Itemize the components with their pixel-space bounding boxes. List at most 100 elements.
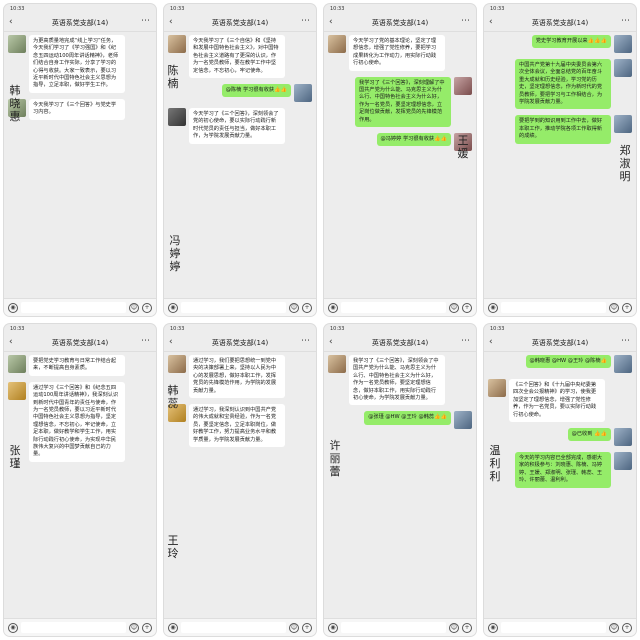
more-options-icon[interactable]: ⋯ bbox=[461, 336, 471, 346]
back-icon[interactable]: ‹ bbox=[169, 17, 173, 27]
message-bubble[interactable]: 我学习了《三个回答》，深刻领会了中国共产党为什么能、马克思主义为什么行、中国特色… bbox=[349, 355, 445, 406]
plus-icon[interactable]: + bbox=[302, 622, 312, 633]
avatar[interactable] bbox=[8, 355, 26, 373]
emoji-icon[interactable]: ☺ bbox=[449, 622, 459, 633]
message-bubble[interactable]: 我学习了《三个回答》，深刻理解了中国共产党为什么能、马克思主义为什么行、中国特色… bbox=[355, 76, 451, 128]
voice-icon[interactable]: ◉ bbox=[328, 302, 338, 313]
plus-icon[interactable]: + bbox=[462, 302, 472, 313]
voice-icon[interactable]: ◉ bbox=[488, 302, 498, 313]
voice-icon[interactable]: ◉ bbox=[8, 622, 18, 633]
avatar[interactable] bbox=[614, 428, 632, 447]
avatar[interactable] bbox=[8, 381, 26, 400]
message-bubble[interactable]: @冯婷婷 学习很有收获👍👍 bbox=[376, 133, 451, 147]
avatar[interactable] bbox=[488, 379, 506, 397]
avatar[interactable] bbox=[454, 411, 472, 430]
message-input[interactable] bbox=[21, 302, 126, 313]
chat-title-bar: ‹ 英语系党支部(14) ⋯ bbox=[484, 334, 636, 352]
voice-icon[interactable]: ◉ bbox=[328, 622, 338, 633]
message-bubble[interactable]: @已收到 👍👍 bbox=[567, 428, 611, 442]
more-options-icon[interactable]: ⋯ bbox=[621, 336, 631, 346]
message-bubble[interactable]: 今天的学习内容已全部完成，感谢大家的积极参与：刘晓惠、陈楠、冯婷婷、王媛、郑淑明… bbox=[515, 452, 611, 488]
message-bubble[interactable]: 为更高质量地完成“线上学习”任务，今天我们学习了《学习强国》和《纪念五四运动10… bbox=[29, 35, 125, 93]
back-icon[interactable]: ‹ bbox=[329, 17, 333, 27]
emoji-icon[interactable]: ☺ bbox=[449, 302, 459, 313]
back-icon[interactable]: ‹ bbox=[9, 17, 13, 27]
message-input[interactable] bbox=[21, 622, 126, 633]
plus-icon[interactable]: + bbox=[302, 302, 312, 313]
avatar[interactable] bbox=[614, 59, 632, 77]
more-options-icon[interactable]: ⋯ bbox=[461, 16, 471, 26]
plus-icon[interactable]: + bbox=[142, 302, 152, 313]
chat-title-bar: ‹ 英语系党支部(14) ⋯ bbox=[324, 334, 476, 352]
back-icon[interactable]: ‹ bbox=[9, 337, 13, 347]
avatar[interactable] bbox=[614, 452, 632, 471]
more-options-icon[interactable]: ⋯ bbox=[301, 16, 311, 26]
message-bubble[interactable]: 党史学习教育开展以来👍👍👍 bbox=[531, 35, 611, 49]
chat-message-list[interactable]: 今天学习了党的基本理论，坚定了理想信念，增强了党性修养，要把学习成果转化为工作动… bbox=[324, 32, 476, 298]
avatar[interactable] bbox=[614, 355, 632, 373]
avatar[interactable] bbox=[328, 355, 346, 373]
plus-icon[interactable]: + bbox=[622, 302, 632, 313]
plus-icon[interactable]: + bbox=[622, 622, 632, 633]
chat-message-list[interactable]: 今天我学习了《三个自信》和《坚持和发展中国特色社会主义》，对中国特色社会主义道路… bbox=[164, 32, 316, 298]
message-bubble[interactable]: 通过学习《三个回答》和《纪念五四运动100周年讲话精神》，我深刻认识到新时代中国… bbox=[29, 381, 125, 462]
avatar[interactable] bbox=[328, 35, 346, 53]
more-options-icon[interactable]: ⋯ bbox=[301, 336, 311, 346]
more-options-icon[interactable]: ⋯ bbox=[141, 16, 151, 26]
emoji-icon[interactable]: ☺ bbox=[609, 622, 619, 633]
message-bubble[interactable]: 中国共产党第十九届中央委员会第六次全体会议，全面总结党的百年奋斗重大成就和历史经… bbox=[515, 59, 611, 110]
message-bubble[interactable]: 今天我学习了《三个回答》与党史学习内容。 bbox=[29, 98, 125, 120]
back-icon[interactable]: ‹ bbox=[169, 337, 173, 347]
chat-title-bar: ‹ 英语系党支部(14) ⋯ bbox=[484, 14, 636, 32]
message-input[interactable] bbox=[181, 622, 286, 633]
message-bubble[interactable]: @韩晓惠 @HW @王玲 @陈楠👍 bbox=[525, 355, 611, 369]
message-input[interactable] bbox=[341, 622, 446, 633]
back-icon[interactable]: ‹ bbox=[489, 337, 493, 347]
avatar[interactable] bbox=[168, 108, 186, 127]
avatar[interactable] bbox=[294, 84, 312, 103]
back-icon[interactable]: ‹ bbox=[329, 337, 333, 347]
avatar[interactable] bbox=[168, 35, 186, 53]
emoji-icon[interactable]: ☺ bbox=[289, 622, 299, 633]
plus-icon[interactable]: + bbox=[462, 622, 472, 633]
more-options-icon[interactable]: ⋯ bbox=[141, 336, 151, 346]
chat-message-list[interactable]: @韩晓惠 @HW @王玲 @陈楠👍 《三个回答》和《十九届中央纪委第四次全会公报精… bbox=[484, 352, 636, 618]
chat-message-list[interactable]: 党史学习教育开展以来👍👍👍 中国共产党第十九届中央委员会第六次全体会议，全面总结党… bbox=[484, 32, 636, 298]
more-options-icon[interactable]: ⋯ bbox=[621, 16, 631, 26]
message-input[interactable] bbox=[501, 302, 606, 313]
emoji-icon[interactable]: ☺ bbox=[129, 622, 139, 633]
message-bubble[interactable]: 通过学习，我深刻认识到中国共产党的伟大成就和宝贵经验，作为一名党员，要坚定信念，… bbox=[189, 404, 285, 448]
voice-icon[interactable]: ◉ bbox=[8, 302, 18, 313]
voice-icon[interactable]: ◉ bbox=[168, 302, 178, 313]
avatar[interactable] bbox=[454, 76, 472, 95]
avatar[interactable] bbox=[614, 35, 632, 53]
message-bubble[interactable]: @张瑾 @HW @王玲 @韩蕊👍👍 bbox=[364, 411, 451, 425]
message-bubble[interactable]: @陈楠 学习很有收获👍👍 bbox=[221, 84, 291, 98]
message-bubble[interactable]: 今天学习了《三个回答》，深刻领会了党的初心使命，要以实际行动践行新时代党员的责任… bbox=[189, 108, 285, 144]
emoji-icon[interactable]: ☺ bbox=[609, 302, 619, 313]
avatar[interactable] bbox=[8, 35, 26, 53]
message-input-bar: ◉ ☺ + bbox=[164, 298, 316, 316]
screenshot-collage: 10:33 ‹ 英语系党支部(14) ⋯ 为更高质量地完成“线上学习”任务，今天我们学习… bbox=[4, 4, 636, 636]
avatar[interactable] bbox=[614, 115, 632, 134]
message-bubble[interactable]: 今天我学习了《三个自信》和《坚持和发展中国特色社会主义》，对中国特色社会主义道路… bbox=[189, 35, 285, 79]
message-input[interactable] bbox=[181, 302, 286, 313]
chat-message-list[interactable]: 要把党史学习教育与日常工作结合起来，不断提高自身素质。通过学习《三个回答》和《纪… bbox=[4, 352, 156, 618]
message-bubble[interactable]: 要把学到的知识用到工作中去，做好本职工作，推动学院各项工作取得新的成绩。 bbox=[515, 115, 611, 144]
avatar[interactable] bbox=[168, 355, 186, 373]
message-input[interactable] bbox=[341, 302, 446, 313]
message-input[interactable] bbox=[501, 622, 606, 633]
voice-icon[interactable]: ◉ bbox=[488, 622, 498, 633]
message-bubble[interactable]: 要把党史学习教育与日常工作结合起来，不断提高自身素质。 bbox=[29, 355, 125, 376]
plus-icon[interactable]: + bbox=[142, 622, 152, 633]
emoji-icon[interactable]: ☺ bbox=[129, 302, 139, 313]
message-bubble[interactable]: 《三个回答》和《十九届中央纪委第四次全会公报精神》的学习，使我更加坚定了理想信念… bbox=[509, 379, 605, 423]
back-icon[interactable]: ‹ bbox=[489, 17, 493, 27]
chat-message-list[interactable]: 为更高质量地完成“线上学习”任务，今天我们学习了《学习强国》和《纪念五四运动10… bbox=[4, 32, 156, 298]
chat-message-list[interactable]: 我学习了《三个回答》，深刻领会了中国共产党为什么能、马克思主义为什么行、中国特色… bbox=[324, 352, 476, 618]
message-bubble[interactable]: 今天学习了党的基本理论，坚定了理想信念，增强了党性修养，要把学习成果转化为工作动… bbox=[349, 35, 445, 71]
message-bubble[interactable]: 通过学习，我们要把思想统一到党中央的决策部署上来，坚持以人民为中心的发展思想，做… bbox=[189, 355, 285, 399]
voice-icon[interactable]: ◉ bbox=[168, 622, 178, 633]
chat-message-list[interactable]: 通过学习，我们要把思想统一到党中央的决策部署上来，坚持以人民为中心的发展思想，做… bbox=[164, 352, 316, 618]
emoji-icon[interactable]: ☺ bbox=[289, 302, 299, 313]
